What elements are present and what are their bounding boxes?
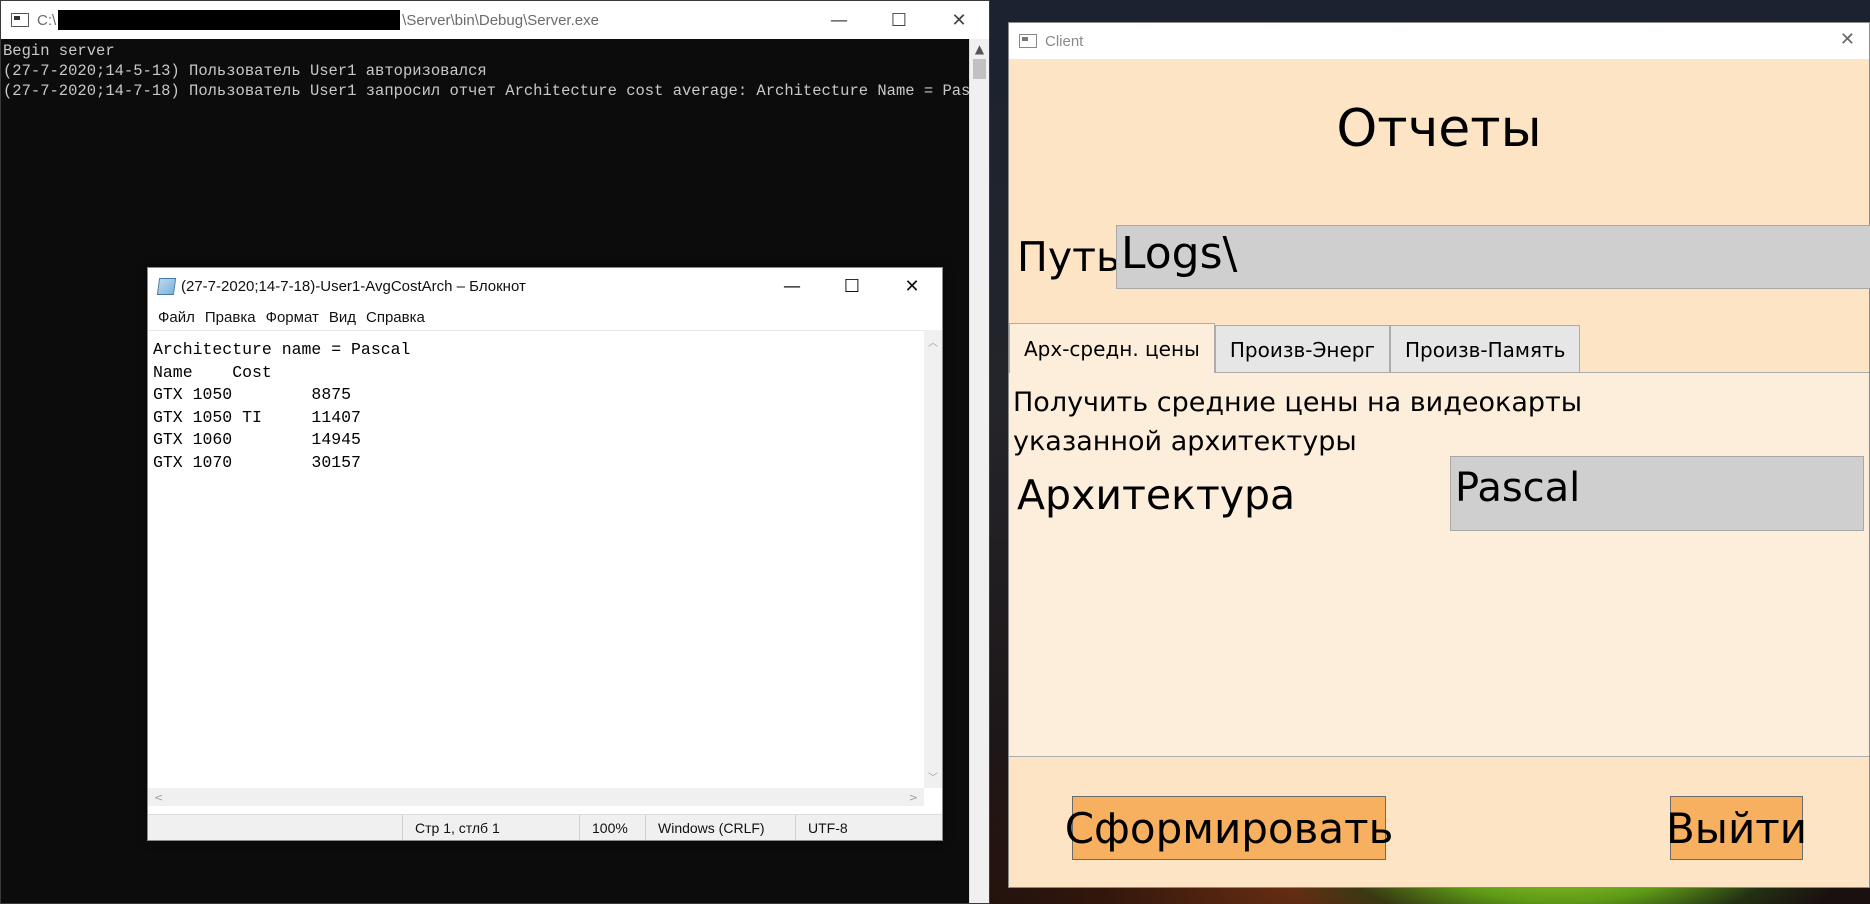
scroll-up-arrow-icon[interactable]: ▲ (970, 39, 989, 59)
client-title: Client (1045, 32, 1084, 50)
menu-edit[interactable]: Правка (201, 309, 262, 326)
architecture-input[interactable]: Pascal (1450, 456, 1864, 531)
scroll-up-icon[interactable]: ︿ (928, 334, 938, 349)
exit-button[interactable]: Выйти (1666, 796, 1807, 860)
report-description: Получить средние цены на видеокарты указ… (1013, 387, 1583, 457)
minimize-icon[interactable]: — (762, 268, 822, 304)
minimize-icon[interactable]: — (809, 1, 869, 39)
maximize-icon[interactable]: ☐ (822, 268, 882, 304)
notepad-titlebar[interactable]: (27-7-2020;14-7-18)-User1-AvgCostArch – … (148, 268, 942, 304)
tab-panel: Получить средние цены на видеокарты указ… (1009, 372, 1869, 757)
text-line: Name Cost (153, 362, 272, 382)
tab-arch-avg-price[interactable]: Арх-средн. цены (1009, 323, 1215, 373)
text-line: GTX 1060 14945 (153, 430, 361, 449)
text-line: Architecture name = Pascal (153, 340, 411, 359)
menu-help[interactable]: Справка (362, 309, 431, 326)
path-input[interactable]: Logs\ (1116, 225, 1870, 289)
scroll-thumb[interactable] (973, 59, 986, 79)
status-spacer (148, 815, 402, 840)
notepad-window: (27-7-2020;14-7-18)-User1-AvgCostArch – … (147, 267, 943, 841)
console-window-controls: — ☐ ✕ (809, 1, 989, 39)
notepad-title: (27-7-2020;14-7-18)-User1-AvgCostArch – … (181, 277, 526, 295)
client-titlebar[interactable]: Client ✕ (1009, 23, 1869, 59)
report-tabs: Арх-средн. цены Произв-Энерг Произв-Памя… (1009, 323, 1581, 373)
close-icon[interactable]: ✕ (1840, 29, 1855, 50)
console-title: C:\ \Server\bin\Debug\Server.exe (37, 10, 599, 30)
notepad-icon (156, 277, 177, 295)
console-title-prefix: C:\ (37, 11, 57, 29)
close-icon[interactable]: ✕ (882, 268, 942, 304)
console-line: (27-7-2020;14-5-13) Пользователь User1 а… (3, 62, 487, 80)
page-title: Отчеты (1336, 99, 1542, 159)
menu-view[interactable]: Вид (325, 309, 362, 326)
client-app-icon (1019, 34, 1037, 48)
notepad-window-controls: — ☐ ✕ (762, 268, 942, 304)
notepad-horizontal-scrollbar[interactable]: < > (148, 788, 924, 806)
client-window: Client ✕ Отчеты Путь Logs\ Арх-средн. це… (1008, 22, 1870, 888)
status-zoom: 100% (579, 815, 645, 840)
maximize-icon[interactable]: ☐ (869, 1, 929, 39)
text-line: GTX 1050 8875 (153, 385, 352, 404)
tab-perf-energy[interactable]: Произв-Энерг (1214, 325, 1390, 373)
console-app-icon (11, 13, 29, 27)
notepad-statusbar: Стр 1, стлб 1 100% Windows (CRLF) UTF-8 (148, 814, 942, 840)
menu-format[interactable]: Формат (262, 309, 325, 326)
text-line: GTX 1050 TI 11407 (153, 407, 361, 427)
generate-button[interactable]: Сформировать (1065, 796, 1393, 860)
notepad-menubar: Файл Правка Формат Вид Справка (148, 304, 942, 330)
scroll-left-icon[interactable]: < (154, 791, 163, 804)
scroll-down-icon[interactable]: ﹀ (928, 769, 938, 784)
notepad-text-area[interactable]: Architecture name = Pascal Name Cost GTX 1… (148, 330, 924, 788)
tab-perf-memory[interactable]: Произв-Память (1390, 325, 1581, 373)
status-position: Стр 1, стлб 1 (402, 815, 579, 840)
menu-file[interactable]: Файл (154, 309, 201, 326)
status-line-endings: Windows (CRLF) (645, 815, 795, 840)
notepad-vertical-scrollbar[interactable]: ︿ ﹀ (924, 330, 942, 788)
console-title-suffix: \Server\bin\Debug\Server.exe (402, 11, 599, 29)
console-line: (27-7-2020;14-7-18) Пользователь User1 з… (3, 82, 969, 100)
redacted-path-block (58, 10, 401, 30)
console-line: Begin server (3, 42, 115, 60)
path-label: Путь (1017, 233, 1121, 281)
close-icon[interactable]: ✕ (929, 1, 989, 39)
console-scrollbar[interactable]: ▲ (969, 39, 989, 903)
scroll-right-icon[interactable]: > (909, 791, 918, 804)
status-encoding: UTF-8 (795, 815, 935, 840)
architecture-label: Архитектура (1017, 471, 1296, 519)
console-titlebar[interactable]: C:\ \Server\bin\Debug\Server.exe — ☐ ✕ (1, 1, 989, 39)
text-line: GTX 1070 30157 (153, 452, 361, 472)
